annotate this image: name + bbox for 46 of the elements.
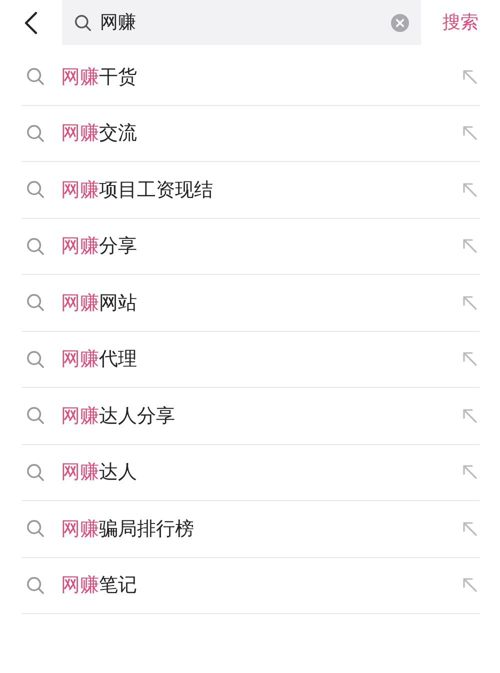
suggestion-text: 网赚交流 bbox=[61, 121, 138, 146]
search-button[interactable]: 搜索 bbox=[421, 0, 500, 45]
fill-arrow-icon[interactable] bbox=[462, 182, 478, 198]
search-icon bbox=[26, 67, 45, 86]
suggestion-item[interactable]: 网赚达人分享 bbox=[22, 388, 480, 444]
search-icon bbox=[26, 406, 45, 426]
search-icon bbox=[26, 124, 45, 143]
fill-arrow-icon[interactable] bbox=[462, 294, 478, 311]
suggestion-item[interactable]: 网赚干货 bbox=[22, 49, 480, 106]
clear-icon[interactable] bbox=[391, 14, 409, 32]
suggestion-text: 网赚分享 bbox=[61, 234, 138, 259]
suggestion-text: 网赚骗局排行榜 bbox=[61, 516, 195, 542]
search-field[interactable]: 网赚 bbox=[62, 0, 421, 45]
search-icon bbox=[26, 576, 45, 595]
back-icon bbox=[24, 10, 38, 34]
suggestion-item[interactable]: 网赚网站 bbox=[22, 275, 480, 332]
fill-arrow-icon[interactable] bbox=[462, 577, 478, 594]
suggestion-text: 网赚达人 bbox=[61, 460, 138, 485]
search-input[interactable]: 网赚 bbox=[100, 9, 383, 36]
fill-arrow-icon[interactable] bbox=[462, 520, 478, 537]
fill-arrow-icon[interactable] bbox=[462, 238, 478, 254]
search-icon bbox=[26, 293, 45, 312]
suggestion-item[interactable]: 网赚分享 bbox=[22, 218, 480, 275]
suggestion-text: 网赚笔记 bbox=[61, 573, 138, 598]
suggestion-item[interactable]: 网赚交流 bbox=[22, 106, 480, 162]
suggestion-item[interactable]: 网赚项目工资现结 bbox=[22, 162, 480, 218]
fill-arrow-icon[interactable] bbox=[462, 408, 478, 424]
search-icon bbox=[26, 180, 45, 200]
suggestion-text: 网赚网站 bbox=[61, 290, 138, 316]
suggestion-item[interactable]: 网赚达人 bbox=[22, 444, 480, 501]
fill-arrow-icon[interactable] bbox=[462, 351, 478, 368]
suggestion-text: 网赚干货 bbox=[61, 64, 138, 90]
search-icon bbox=[74, 14, 92, 32]
fill-arrow-icon[interactable] bbox=[462, 125, 478, 142]
fill-arrow-icon[interactable] bbox=[462, 464, 478, 480]
suggestion-item[interactable]: 网赚笔记 bbox=[22, 558, 480, 614]
search-icon bbox=[26, 462, 45, 482]
search-icon bbox=[26, 519, 45, 538]
suggestion-text: 网赚达人分享 bbox=[61, 404, 176, 428]
search-icon bbox=[26, 236, 45, 256]
fill-arrow-icon[interactable] bbox=[462, 68, 478, 85]
suggestion-text: 网赚代理 bbox=[61, 347, 138, 372]
suggestion-item[interactable]: 网赚骗局排行榜 bbox=[22, 501, 480, 558]
suggestion-item[interactable]: 网赚代理 bbox=[22, 332, 480, 388]
search-icon bbox=[26, 350, 45, 369]
suggestion-text: 网赚项目工资现结 bbox=[61, 178, 214, 202]
